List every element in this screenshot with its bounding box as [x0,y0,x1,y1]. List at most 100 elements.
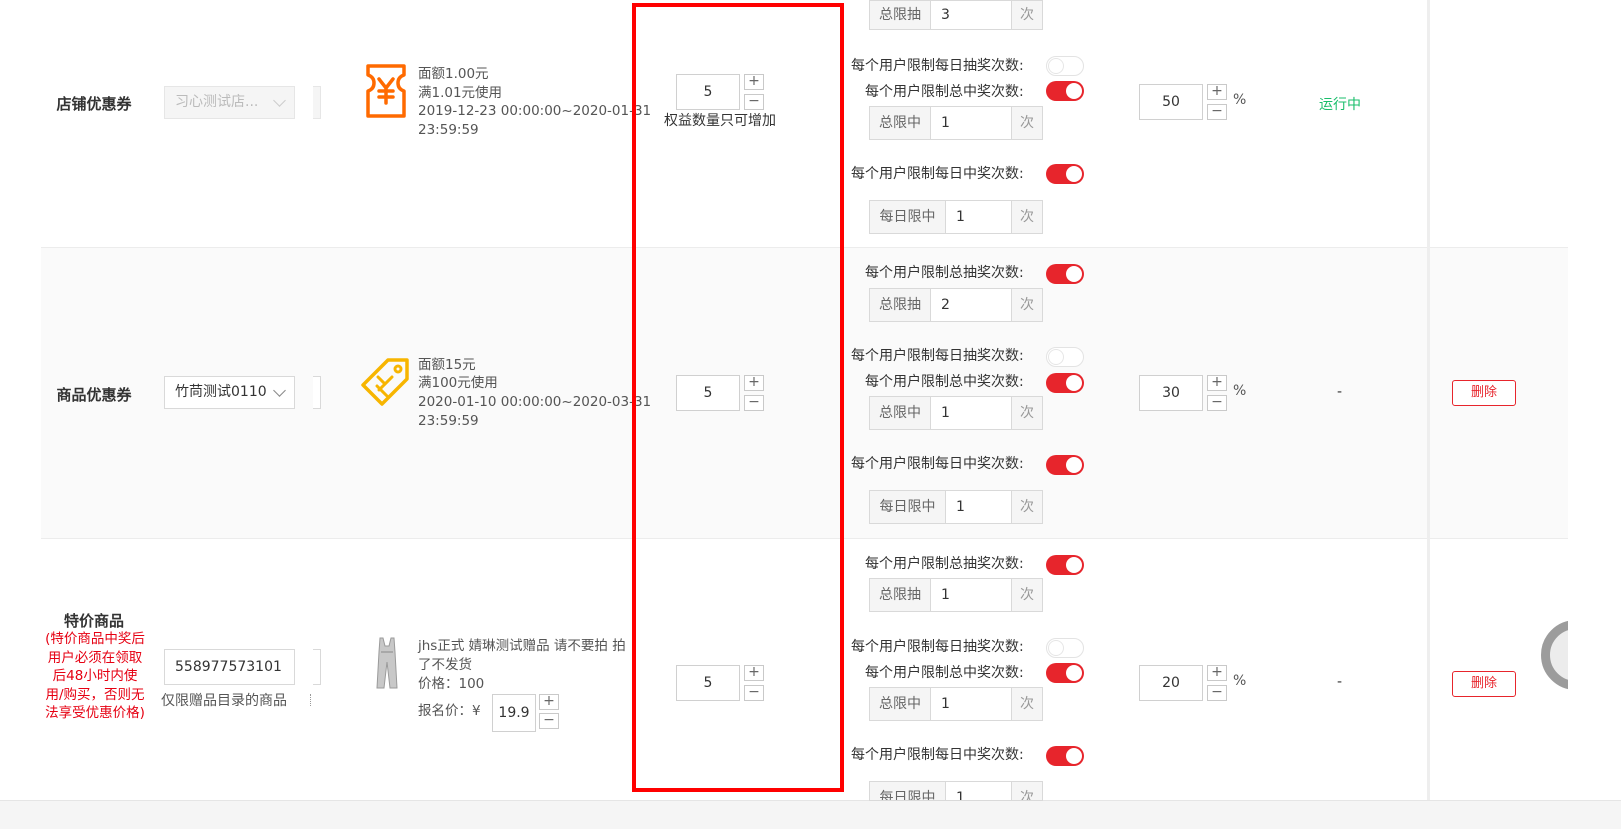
probability-input[interactable]: 30 [1139,375,1203,411]
page-edge-mask [1568,0,1621,800]
daily-draw-toggle[interactable] [1046,347,1084,367]
daily-draw-label: 每个用户限制每日抽奖次数: [851,348,1024,364]
limit-prefix: 每日限中 [870,201,946,233]
daily-draw-toggle[interactable] [1046,638,1084,658]
daily-win-toggle[interactable] [1046,455,1084,475]
limit-prefix: 总限中 [870,107,931,139]
delete-button[interactable]: 删除 [1452,380,1516,406]
daily-win-label: 每个用户限制每日中奖次数: [851,747,1024,763]
daily-win-toggle[interactable] [1046,746,1084,766]
probability-increase-button[interactable]: + [1207,375,1227,391]
total-win-toggle[interactable] [1046,373,1084,393]
limit-suffix: 次 [1011,579,1042,611]
chevron-down-icon [273,94,286,107]
limit-value[interactable]: 1 [946,201,1011,233]
product-id-input[interactable]: 558977573101 [164,649,295,685]
limit-value[interactable]: 1 [931,397,1011,429]
signup-increase-button[interactable]: + [539,694,559,710]
input-hint: 仅限赠品目录的商品 [161,693,287,709]
hidden-field-edge [313,649,321,685]
product-name-cont: 了不发货 [418,657,472,673]
limit-value[interactable]: 1 [946,782,1011,800]
limit-value[interactable]: 1 [931,579,1011,611]
limit-suffix: 次 [1011,782,1042,800]
total-draw-toggle[interactable] [1046,264,1084,284]
shop-select: 习心测试店... [164,86,295,119]
probability-decrease-button[interactable]: − [1207,395,1227,411]
daily-draw-toggle[interactable] [1046,56,1084,76]
coupon-face-value: 面额1.00元 [418,66,489,82]
status-text: - [1337,674,1343,690]
limit-suffix: 次 [1011,688,1042,720]
coupon-validity-end: 23:59:59 [418,122,479,138]
status-text: - [1337,384,1343,400]
limit-value[interactable]: 1 [931,688,1011,720]
limit-suffix: 次 [1011,491,1042,523]
total-draw-limit[interactable]: 总限抽 3 次 [869,0,1043,30]
daily-win-label: 每个用户限制每日中奖次数: [851,166,1024,182]
product-thumbnail [376,637,398,689]
coupon-validity: 2019-12-23 00:00:00~2020-01-31 [418,103,652,119]
total-draw-limit[interactable]: 总限抽 2 次 [869,288,1043,322]
total-win-toggle[interactable] [1046,81,1084,101]
coupon-threshold: 满1.01元使用 [418,85,503,101]
total-win-label: 每个用户限制总中奖次数: [865,374,1024,390]
clipped-glyph [310,694,314,706]
probability-input[interactable]: 20 [1139,665,1203,701]
chevron-down-icon [273,384,286,397]
percent-sign: % [1233,383,1247,399]
limit-prefix: 总限中 [870,397,931,429]
limit-value[interactable]: 2 [931,289,1011,321]
daily-win-label: 每个用户限制每日中奖次数: [851,456,1024,472]
delete-button[interactable]: 删除 [1452,671,1516,697]
limit-value[interactable]: 3 [931,1,1011,29]
highlight-box [632,3,844,792]
limit-suffix: 次 [1011,1,1042,29]
probability-increase-button[interactable]: + [1207,665,1227,681]
total-win-limit[interactable]: 总限中 1 次 [869,687,1043,721]
percent-sign: % [1233,92,1247,108]
limit-prefix: 每日限中 [870,782,946,800]
limit-suffix: 次 [1011,397,1042,429]
total-win-label: 每个用户限制总中奖次数: [865,84,1024,100]
bottom-scrollbar-track[interactable] [0,800,1621,829]
limit-value[interactable]: 1 [931,107,1011,139]
coupon-face-value: 面额15元 [418,357,476,373]
probability-increase-button[interactable]: + [1207,84,1227,100]
total-win-toggle[interactable] [1046,663,1084,683]
limit-suffix: 次 [1011,107,1042,139]
total-draw-toggle[interactable] [1046,555,1084,575]
daily-win-limit[interactable]: 每日限中 1 次 [869,200,1043,234]
product-name: jhs正式 婧琳测试赠品 请不要拍 拍 [418,638,626,654]
probability-input[interactable]: 50 [1139,84,1203,120]
select-value: 竹苘测试0110 [175,384,267,400]
percent-sign: % [1233,673,1247,689]
type-label: 店铺优惠券 [56,95,132,113]
signup-price-label: 报名价：¥ [418,703,481,719]
limit-suffix: 次 [1011,201,1042,233]
probability-decrease-button[interactable]: − [1207,104,1227,120]
signup-decrease-button[interactable]: − [539,713,559,729]
daily-win-toggle[interactable] [1046,164,1084,184]
hidden-field-edge [313,86,321,119]
total-draw-label: 每个用户限制总抽奖次数: [865,265,1024,281]
daily-draw-label: 每个用户限制每日抽奖次数: [851,58,1024,74]
limit-value[interactable]: 1 [946,491,1011,523]
limit-prefix: 总限抽 [870,1,931,29]
coupon-validity-end: 23:59:59 [418,413,479,429]
daily-win-limit[interactable]: 每日限中 1 次 [869,490,1043,524]
limit-prefix: 每日限中 [870,491,946,523]
total-draw-limit[interactable]: 总限抽 1 次 [869,578,1043,612]
total-win-limit[interactable]: 总限中 1 次 [869,106,1043,140]
signup-price-input[interactable]: 19.9 [492,694,536,732]
product-coupon-select[interactable]: 竹苘测试0110 [164,376,295,409]
type-note: (特价商品中奖后用户必须在领取后48小时内使用/购买，否则无法享受优惠价格) [45,631,145,721]
probability-decrease-button[interactable]: − [1207,685,1227,701]
coupon-validity: 2020-01-10 00:00:00~2020-03-31 [418,394,652,410]
limit-prefix: 总限抽 [870,579,931,611]
coupon-threshold: 满100元使用 [418,375,498,391]
daily-win-limit[interactable]: 每日限中 1 次 [869,781,1043,801]
total-win-limit[interactable]: 总限中 1 次 [869,396,1043,430]
status-text: 运行中 [1319,97,1361,113]
total-win-label: 每个用户限制总中奖次数: [865,665,1024,681]
